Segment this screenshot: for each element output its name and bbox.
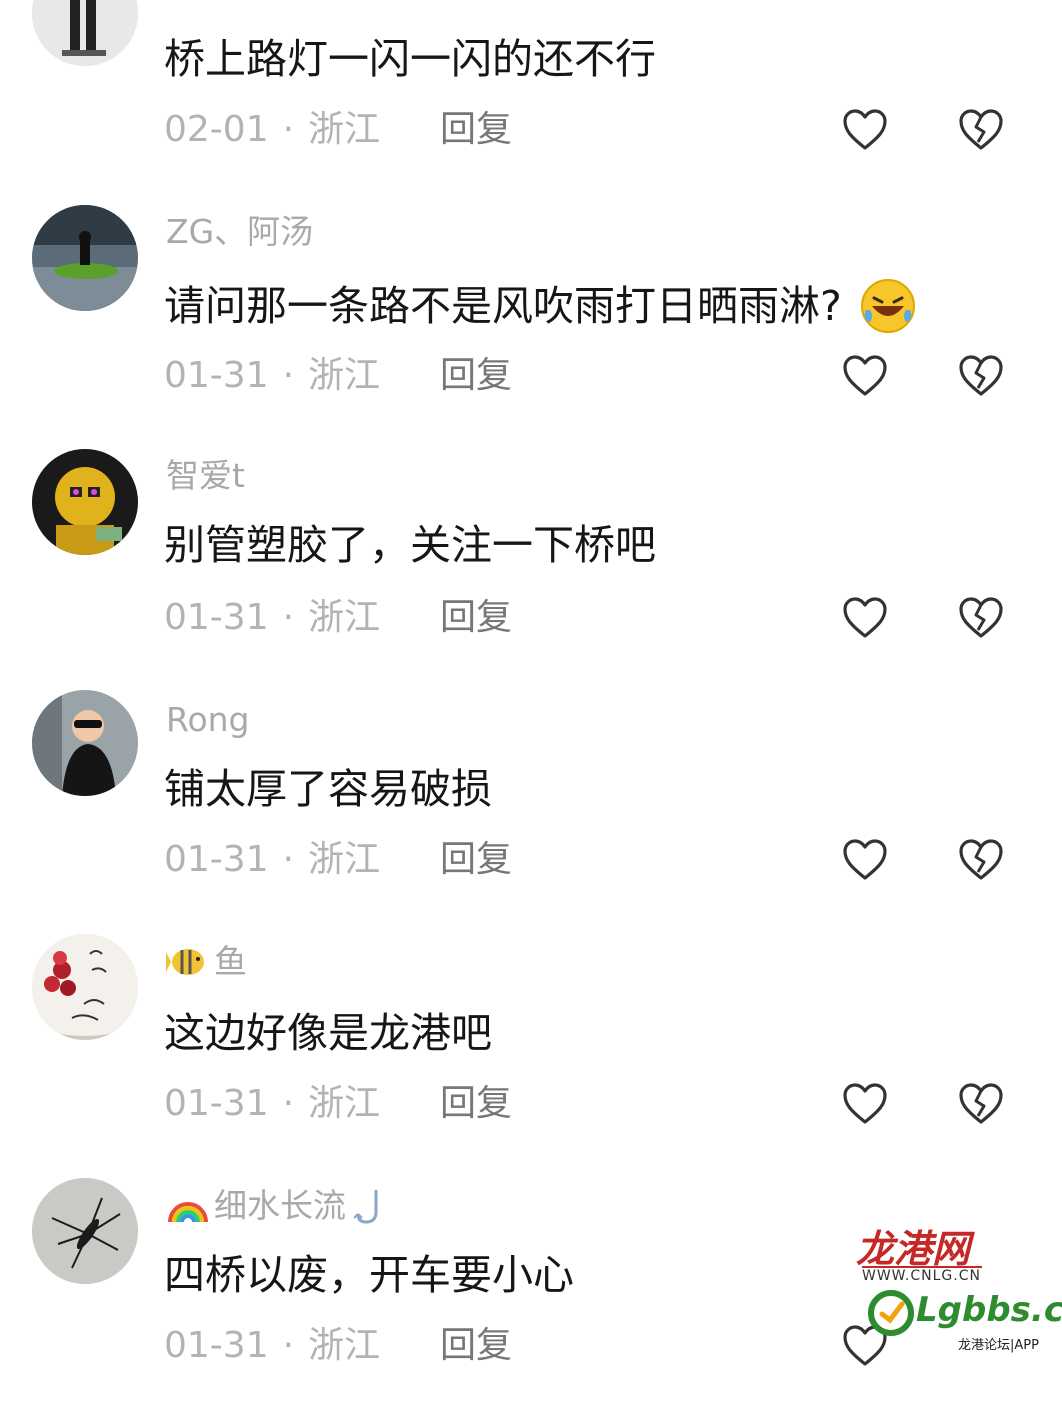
comment-text: 请问那一条路不是风吹雨打日晒雨淋? [164, 276, 918, 336]
comment-text: 四桥以废，开车要小心 [164, 1251, 574, 1299]
watermark-logo-icon [868, 1290, 914, 1336]
avatar[interactable] [32, 690, 138, 796]
comment-date: 01-31 [164, 839, 269, 880]
broken-heart-icon[interactable] [958, 838, 1004, 882]
comment-location: 浙江 [308, 597, 381, 638]
avatar[interactable] [32, 1178, 138, 1284]
heart-icon[interactable] [842, 596, 888, 640]
fishing-hook-emoji-icon [353, 1190, 378, 1224]
heart-icon[interactable] [842, 354, 888, 398]
heart-icon[interactable] [842, 1082, 888, 1126]
watermark: 龙港网 WWW.CNLG.CN Lgbbs.cn 龙港论坛|APP [846, 1218, 1062, 1355]
comment-date: 01-31 [164, 597, 269, 638]
reply-button[interactable]: 回复 [440, 108, 512, 152]
comment-item: ZG、阿汤 请问那一条路不是风吹雨打日晒雨淋? 01-31 · 浙江 回复 [0, 200, 1062, 445]
comment-location: 浙江 [308, 1083, 381, 1124]
avatar[interactable] [32, 205, 138, 311]
watermark-brand: Lgbbs.cn [916, 1290, 1062, 1330]
avatar[interactable] [32, 934, 138, 1040]
avatar[interactable] [32, 449, 138, 555]
comment-item: Rong 铺太厚了容易破损 01-31 · 浙江 回复 [0, 688, 1062, 933]
username[interactable]: 智爱t [166, 456, 245, 496]
reply-button[interactable]: 回复 [440, 838, 512, 882]
username[interactable]: 鱼 [166, 942, 247, 982]
comment-meta: 01-31 · 浙江 [164, 839, 381, 880]
insect-avatar-icon [32, 1178, 138, 1284]
rainbow-emoji-icon [168, 1202, 208, 1223]
broken-heart-icon[interactable] [958, 108, 1004, 152]
comment-text: 别管塑胶了，关注一下桥吧 [164, 521, 656, 569]
comment-date: 02-01 [164, 109, 269, 150]
username[interactable]: ZG、阿汤 [166, 212, 313, 252]
person-standing-avatar-icon [32, 0, 138, 66]
birthday-cake-avatar-icon [32, 934, 138, 1040]
username[interactable]: Rong [166, 700, 250, 740]
watermark-subtitle: 龙港论坛|APP [958, 1338, 1039, 1353]
laughing-crying-emoji-icon [860, 279, 915, 333]
comment-meta: 02-01 · 浙江 [164, 109, 381, 150]
heart-icon[interactable] [842, 108, 888, 152]
comment-date: 01-31 [164, 1083, 269, 1124]
comment-text: 桥上路灯一闪一闪的还不行 [164, 35, 656, 83]
comment-meta: 01-31 · 浙江 [164, 1325, 381, 1366]
broken-heart-icon[interactable] [958, 596, 1004, 640]
broken-heart-icon[interactable] [958, 354, 1004, 398]
broken-heart-icon[interactable] [958, 1082, 1004, 1126]
reply-button[interactable]: 回复 [440, 596, 512, 640]
watermark-title: 龙港网 [856, 1226, 971, 1271]
comment-meta: 01-31 · 浙江 [164, 355, 381, 396]
comment-meta: 01-31 · 浙江 [164, 597, 381, 638]
comment-location: 浙江 [308, 839, 381, 880]
comment-date: 01-31 [164, 355, 269, 396]
jetski-avatar-icon [32, 205, 138, 311]
fish-emoji-icon [166, 949, 204, 975]
username[interactable]: 细水长流 [166, 1186, 390, 1226]
comment-meta: 01-31 · 浙江 [164, 1083, 381, 1124]
comment-item: 鱼 这边好像是龙港吧 01-31 · 浙江 回复 [0, 932, 1062, 1177]
reply-button[interactable]: 回复 [440, 1082, 512, 1126]
golden-figure-avatar-icon [32, 449, 138, 555]
watermark-url: WWW.CNLG.CN [862, 1268, 981, 1284]
comment-text: 铺太厚了容易破损 [164, 765, 492, 813]
comment-item: 智爱t 别管塑胶了，关注一下桥吧 01-31 · 浙江 回复 [0, 444, 1062, 689]
comment-text: 这边好像是龙港吧 [164, 1009, 492, 1057]
heart-icon[interactable] [842, 838, 888, 882]
reply-button[interactable]: 回复 [440, 1324, 512, 1368]
kid-sunglasses-avatar-icon [32, 690, 138, 796]
comment-location: 浙江 [308, 1325, 381, 1366]
comment-location: 浙江 [308, 109, 381, 150]
comment-location: 浙江 [308, 355, 381, 396]
reply-button[interactable]: 回复 [440, 354, 512, 398]
comment-date: 01-31 [164, 1325, 269, 1366]
avatar[interactable] [32, 0, 138, 66]
